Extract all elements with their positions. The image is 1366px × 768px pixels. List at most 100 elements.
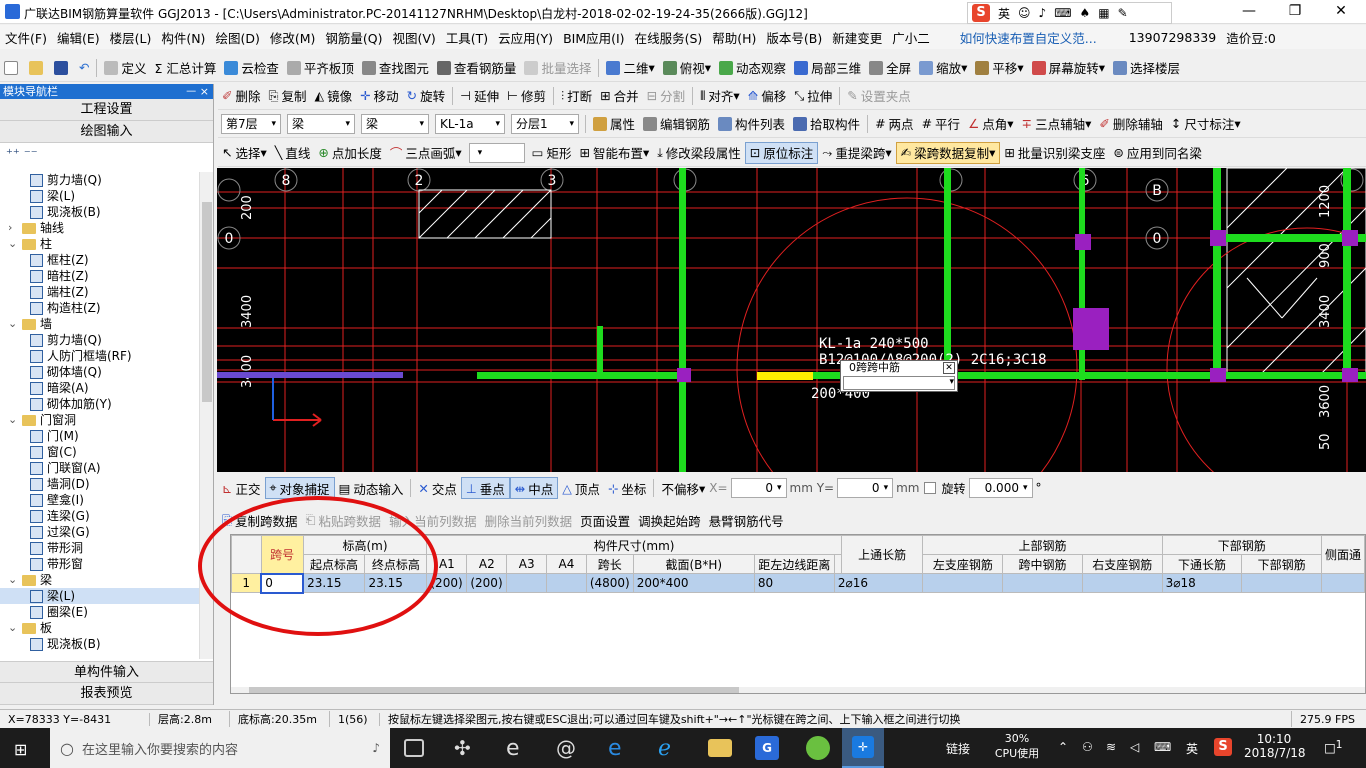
emoji-icon[interactable]: ☺ [1018, 6, 1031, 20]
grid-hscrollbar[interactable] [231, 687, 1365, 693]
cell-span-length[interactable]: (4800) [585, 573, 634, 593]
cell-a2[interactable]: (200) [466, 573, 508, 593]
select-dropdown[interactable]: ↖ 选择 ▾ [218, 142, 271, 164]
edge-legacy-icon[interactable]: e [506, 736, 530, 761]
rotate-input[interactable]: 0.000 [968, 478, 1033, 498]
clock[interactable]: 10:10 2018/7/18 [1244, 732, 1306, 760]
page-setup-button[interactable]: 页面设置 [576, 509, 634, 531]
cantilever-code-button[interactable]: 悬臂钢筋代号 [705, 509, 788, 531]
expand-toggle-icon[interactable]: ⌄ [8, 316, 22, 332]
cpu-widget[interactable]: 30% CPU使用 [992, 732, 1042, 761]
tree-item[interactable]: 框柱(Z) [0, 252, 200, 268]
tree-item[interactable]: 窗(C) [0, 444, 200, 460]
tree-item[interactable]: 连梁(G) [0, 508, 200, 524]
span-copy-button[interactable]: ✍ 梁跨数据复制 ▾ [895, 141, 1001, 164]
modify-segment-button[interactable]: ⤓ 修改梁段属性 [653, 142, 745, 164]
swirl-app-icon[interactable]: @ [556, 736, 580, 760]
vertex-snap[interactable]: △ 顶点 [558, 477, 604, 499]
rotate-button[interactable]: ↻ 旋转 [403, 85, 450, 107]
define-button[interactable]: 定义 [100, 57, 150, 79]
tree-item[interactable]: ⌄ 梁 [0, 572, 200, 588]
col-a2[interactable]: A2 [466, 554, 508, 574]
keyboard-icon[interactable]: ⌨ [1154, 740, 1171, 754]
col-top-continuous[interactable]: 上通长筋 [840, 535, 924, 574]
popup-close-icon[interactable]: ✕ [943, 362, 955, 374]
x-input[interactable]: 0 [730, 478, 787, 498]
expand-toggle-icon[interactable]: ⌄ [8, 412, 22, 428]
open-file-button[interactable] [25, 57, 50, 79]
batch-support-button[interactable]: ⊞ 批量识别梁支座 [1000, 142, 1109, 164]
rectangle-button[interactable]: ▭ 矩形 [528, 142, 576, 164]
type2-select[interactable]: 梁 [361, 113, 429, 134]
wrench-icon[interactable]: ✎ [1118, 6, 1128, 20]
report-preview-button[interactable]: 报表预览 [0, 683, 213, 705]
tree-item[interactable]: ⌄ 柱 [0, 236, 200, 252]
delete-button[interactable]: ✐ 删除 [218, 85, 265, 107]
tree-item[interactable]: 剪力墙(Q) [0, 172, 200, 188]
menu-bim[interactable]: BIM应用(I) [558, 28, 630, 47]
cell-section[interactable]: 200*400 [632, 573, 755, 593]
calc-button[interactable]: Σ 汇总计算 [151, 57, 221, 79]
view-2d-dropdown[interactable]: 二维 ▾ [602, 57, 658, 79]
component-list-button[interactable]: 构件列表 [714, 113, 789, 135]
view-rebar-button[interactable]: 查看钢筋量 [433, 57, 521, 79]
menu-floor[interactable]: 楼层(L) [105, 28, 157, 47]
tree-item[interactable]: 端柱(Z) [0, 284, 200, 300]
col-left-support[interactable]: 左支座钢筋 [922, 554, 1004, 574]
tree-scroll-thumb[interactable] [202, 202, 212, 402]
copy-button[interactable]: ⎘ 复制 [265, 85, 311, 107]
tree-item[interactable]: › 轴线 [0, 220, 200, 236]
local-3d-button[interactable]: 局部三维 [790, 57, 865, 79]
stretch-button[interactable]: ⤡ 拉伸 [790, 85, 836, 107]
file-explorer-icon[interactable] [708, 739, 732, 757]
sogou-tray-icon[interactable]: S [1214, 738, 1232, 756]
people-icon[interactable]: ⚇ [1082, 740, 1093, 754]
expand-toggle-icon[interactable]: › [8, 220, 22, 236]
save-button[interactable] [50, 57, 75, 79]
rotate-checkbox[interactable] [924, 482, 937, 494]
align-dropdown[interactable]: ⫴ 对齐 ▾ [696, 85, 744, 107]
menu-component[interactable]: 构件(N) [156, 28, 210, 47]
extend-button[interactable]: ⊣ 延伸 [456, 85, 503, 107]
delete-axis-button[interactable]: ✐ 删除辅轴 [1095, 113, 1167, 135]
fullscreen-button[interactable]: 全屏 [865, 57, 915, 79]
close-button[interactable]: ✕ [1318, 0, 1364, 24]
batch-select-button[interactable]: 批量选择 [520, 57, 595, 79]
tree-item[interactable]: 现浇板(B) [0, 636, 200, 652]
menu-file[interactable]: 文件(F) [0, 28, 52, 47]
smart-place-dropdown[interactable]: ⊞ 智能布置 ▾ [575, 142, 653, 164]
parallel-button[interactable]: # 平行 [918, 113, 965, 135]
green-app-icon[interactable] [806, 736, 830, 760]
col-span-length[interactable]: 跨长 [585, 554, 634, 574]
ortho-toggle[interactable]: ⊾ 正交 [218, 477, 265, 499]
expand-toggle-icon[interactable]: ⌄ [8, 620, 22, 636]
tree-item[interactable]: ⌄ 板 [0, 620, 200, 636]
project-settings-button[interactable]: 工程设置 [0, 99, 213, 121]
tree-item[interactable]: 构造柱(Z) [0, 300, 200, 316]
keyboard-icon[interactable]: ⌨ [1054, 6, 1071, 20]
edge-browser-icon[interactable]: e [608, 736, 632, 761]
three-point-axis-dropdown[interactable]: ∓ 三点辅轴 ▾ [1018, 113, 1096, 135]
menu-help[interactable]: 帮助(H) [707, 28, 761, 47]
point-angle-dropdown[interactable]: ∠ 点角 ▾ [964, 113, 1018, 135]
col-a3[interactable]: A3 [506, 554, 548, 574]
menu-cloud[interactable]: 云应用(Y) [493, 28, 558, 47]
cad-drawing[interactable]: 8 2 3 6 B 0 0 200 3400 3400 900 1200 340… [217, 168, 1366, 472]
delete-column-button[interactable]: 删除当前列数据 [481, 509, 577, 531]
move-button[interactable]: ✛ 移动 [356, 85, 403, 107]
popup-input[interactable]: ▾ [843, 376, 955, 390]
col-bottom-continuous[interactable]: 下通长筋 [1161, 554, 1243, 574]
y-input[interactable]: 0 [837, 478, 894, 498]
mid-span-rebar-popup[interactable]: 0跨跨中筋 ✕ ▾ [840, 360, 958, 392]
menu-modify[interactable]: 修改(M) [265, 28, 321, 47]
menu-version[interactable]: 版本号(B) [761, 28, 827, 47]
tree-item[interactable]: 梁(L) [0, 188, 200, 204]
cell-a4[interactable] [546, 573, 587, 593]
menu-tip-link[interactable]: 如何快速布置自定义范... [955, 28, 1102, 47]
cell-bottom-continuous[interactable]: 3⌀18 [1161, 573, 1243, 593]
properties-button[interactable]: 属性 [589, 113, 639, 135]
grid-icon[interactable]: ▦ [1098, 6, 1109, 20]
tree-item[interactable]: 剪力墙(Q) [0, 332, 200, 348]
pick-component-button[interactable]: 拾取构件 [789, 113, 864, 135]
col-mid-span[interactable]: 跨中钢筋 [1002, 554, 1083, 574]
